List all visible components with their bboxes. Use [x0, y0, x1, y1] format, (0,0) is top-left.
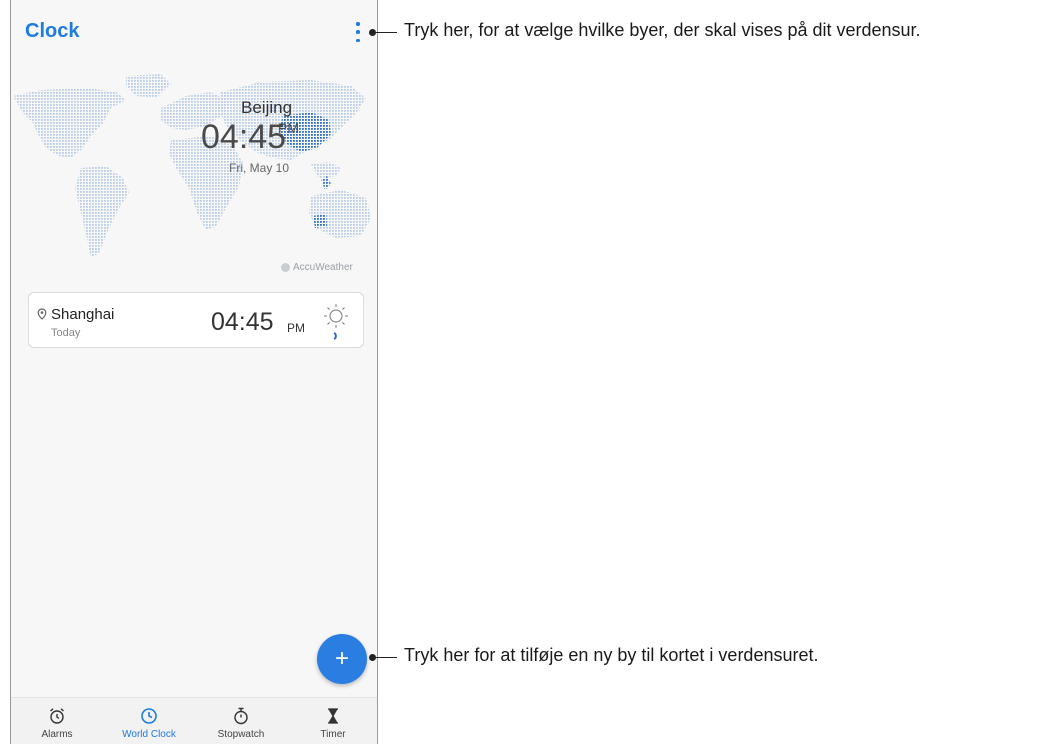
nav-label-world-clock: World Clock [122, 729, 176, 740]
location-pin-icon [37, 308, 47, 320]
nav-item-alarms[interactable]: Alarms [11, 698, 103, 744]
more-options-icon[interactable] [351, 22, 365, 42]
accuweather-logo-icon [281, 263, 290, 272]
accuweather-attribution: AccuWeather [281, 262, 353, 273]
alarm-icon [50, 708, 64, 724]
accuweather-label: AccuWeather [293, 262, 353, 273]
featured-time: 04:45 [201, 118, 287, 156]
city-card[interactable]: Shanghai Today 04:45 PM [28, 292, 364, 348]
stopwatch-icon [234, 707, 248, 725]
annotation-line-add [375, 657, 397, 658]
bottom-nav: Alarms World Clock Stopwatch Timer [11, 697, 377, 744]
add-city-button[interactable]: + [317, 634, 367, 684]
city-ampm: PM [287, 321, 305, 335]
nav-label-stopwatch: Stopwatch [217, 729, 265, 740]
nav-label-timer: Timer [320, 729, 346, 740]
world-map: Beijing 04:45 PM Fri, May 10 AccuWeather [11, 68, 377, 278]
annotation-add: Tryk her for at tilføje en ny by til kor… [404, 645, 819, 665]
hourglass-icon [327, 708, 339, 724]
city-day: Today [51, 327, 81, 339]
featured-city-name: Beijing [241, 98, 293, 117]
app-title: Clock [25, 20, 80, 42]
featured-date: Fri, May 10 [229, 161, 290, 175]
nav-item-timer[interactable]: Timer [287, 698, 377, 744]
sun-weather-icon [324, 304, 348, 340]
world-map-dots [13, 74, 371, 258]
city-name: Shanghai [51, 306, 115, 323]
nav-item-stopwatch[interactable]: Stopwatch [195, 698, 287, 744]
nav-item-world-clock[interactable]: World Clock [103, 698, 195, 744]
nav-label-alarms: Alarms [41, 729, 73, 740]
city-time: 04:45 [211, 308, 274, 336]
featured-ampm: PM [278, 120, 299, 136]
phone-screen: Clock Beijing 04:45 PM Fri, May 10 AccuW… [10, 0, 378, 744]
annotation-line-menu [375, 32, 397, 33]
world-clock-icon [141, 708, 157, 724]
annotation-menu: Tryk her, for at vælge hvilke byer, der … [404, 20, 921, 40]
